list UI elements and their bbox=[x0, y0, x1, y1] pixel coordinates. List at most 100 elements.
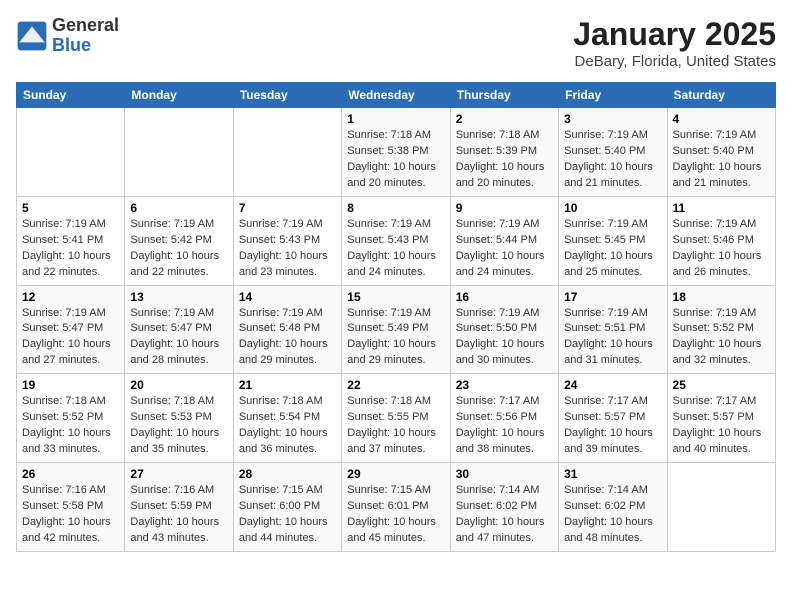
day-info: Sunrise: 7:19 AM Sunset: 5:47 PM Dayligh… bbox=[130, 306, 227, 370]
day-cell: 12 Sunrise: 7:19 AM Sunset: 5:47 PM Dayli… bbox=[17, 285, 125, 374]
day-number: 7 bbox=[239, 201, 336, 215]
logo-text: General Blue bbox=[52, 16, 119, 56]
day-number: 29 bbox=[347, 467, 444, 481]
day-cell: 31 Sunrise: 7:14 AM Sunset: 6:02 PM Dayli… bbox=[559, 463, 667, 552]
day-number: 8 bbox=[347, 201, 444, 215]
day-number: 5 bbox=[22, 201, 119, 215]
day-number: 4 bbox=[673, 112, 770, 126]
day-header-tuesday: Tuesday bbox=[233, 83, 341, 108]
day-number: 25 bbox=[673, 378, 770, 392]
day-cell: 11Sunrise: 7:19 AM Sunset: 5:46 PM Dayli… bbox=[667, 196, 775, 285]
day-number: 15 bbox=[347, 290, 444, 304]
day-cell: 19Sunrise: 7:18 AM Sunset: 5:52 PM Dayli… bbox=[17, 374, 125, 463]
day-number: 19 bbox=[22, 378, 119, 392]
day-number: 31 bbox=[564, 467, 661, 481]
day-info: Sunrise: 7:19 AM Sunset: 5:44 PM Dayligh… bbox=[456, 217, 553, 281]
day-number: 24 bbox=[564, 378, 661, 392]
day-info: Sunrise: 7:19 AM Sunset: 5:43 PM Dayligh… bbox=[239, 217, 336, 281]
day-number: 27 bbox=[130, 467, 227, 481]
day-cell: 20 Sunrise: 7:18 AM Sunset: 5:53 PM Dayli… bbox=[125, 374, 233, 463]
day-cell: 15 Sunrise: 7:19 AM Sunset: 5:49 PM Dayli… bbox=[342, 285, 450, 374]
day-number: 12 bbox=[22, 290, 119, 304]
day-info: Sunrise: 7:18 AM Sunset: 5:53 PM Dayligh… bbox=[130, 394, 227, 458]
day-number: 16 bbox=[456, 290, 553, 304]
day-info: Sunrise: 7:19 AM Sunset: 5:45 PM Dayligh… bbox=[564, 217, 661, 281]
day-info: Sunrise: 7:19 AM Sunset: 5:41 PM Dayligh… bbox=[22, 217, 119, 281]
day-info: Sunrise: 7:19 AM Sunset: 5:51 PM Dayligh… bbox=[564, 306, 661, 370]
day-info: Sunrise: 7:19 AM Sunset: 5:50 PM Dayligh… bbox=[456, 306, 553, 370]
week-row-4: 19Sunrise: 7:18 AM Sunset: 5:52 PM Dayli… bbox=[17, 374, 776, 463]
day-cell: 5 Sunrise: 7:19 AM Sunset: 5:41 PM Daylig… bbox=[17, 196, 125, 285]
day-number: 14 bbox=[239, 290, 336, 304]
day-cell: 4 Sunrise: 7:19 AM Sunset: 5:40 PM Daylig… bbox=[667, 108, 775, 197]
day-cell: 10 Sunrise: 7:19 AM Sunset: 5:45 PM Dayli… bbox=[559, 196, 667, 285]
day-number: 30 bbox=[456, 467, 553, 481]
day-number: 22 bbox=[347, 378, 444, 392]
day-info: Sunrise: 7:15 AM Sunset: 6:00 PM Dayligh… bbox=[239, 483, 336, 547]
logo-icon bbox=[16, 20, 48, 52]
day-cell: 23 Sunrise: 7:17 AM Sunset: 5:56 PM Dayli… bbox=[450, 374, 558, 463]
day-number: 17 bbox=[564, 290, 661, 304]
day-header-friday: Friday bbox=[559, 83, 667, 108]
day-number: 1 bbox=[347, 112, 444, 126]
day-number: 26 bbox=[22, 467, 119, 481]
day-number: 11 bbox=[673, 201, 770, 215]
day-cell bbox=[125, 108, 233, 197]
day-info: Sunrise: 7:19 AM Sunset: 5:40 PM Dayligh… bbox=[564, 128, 661, 192]
day-header-sunday: Sunday bbox=[17, 83, 125, 108]
week-row-1: 1 Sunrise: 7:18 AM Sunset: 5:38 PM Daylig… bbox=[17, 108, 776, 197]
day-info: Sunrise: 7:19 AM Sunset: 5:47 PM Dayligh… bbox=[22, 306, 119, 370]
day-header-monday: Monday bbox=[125, 83, 233, 108]
day-info: Sunrise: 7:18 AM Sunset: 5:55 PM Dayligh… bbox=[347, 394, 444, 458]
day-number: 9 bbox=[456, 201, 553, 215]
day-cell: 2 Sunrise: 7:18 AM Sunset: 5:39 PM Daylig… bbox=[450, 108, 558, 197]
day-info: Sunrise: 7:14 AM Sunset: 6:02 PM Dayligh… bbox=[456, 483, 553, 547]
page-header: General Blue January 2025 DeBary, Florid… bbox=[16, 16, 776, 70]
day-info: Sunrise: 7:19 AM Sunset: 5:52 PM Dayligh… bbox=[673, 306, 770, 370]
title-block: January 2025 DeBary, Florida, United Sta… bbox=[573, 16, 776, 70]
day-number: 2 bbox=[456, 112, 553, 126]
day-number: 28 bbox=[239, 467, 336, 481]
day-info: Sunrise: 7:16 AM Sunset: 5:58 PM Dayligh… bbox=[22, 483, 119, 547]
day-number: 6 bbox=[130, 201, 227, 215]
week-row-3: 12 Sunrise: 7:19 AM Sunset: 5:47 PM Dayli… bbox=[17, 285, 776, 374]
day-info: Sunrise: 7:17 AM Sunset: 5:56 PM Dayligh… bbox=[456, 394, 553, 458]
day-header-thursday: Thursday bbox=[450, 83, 558, 108]
day-cell: 22 Sunrise: 7:18 AM Sunset: 5:55 PM Dayli… bbox=[342, 374, 450, 463]
day-cell: 21 Sunrise: 7:18 AM Sunset: 5:54 PM Dayli… bbox=[233, 374, 341, 463]
day-cell: 18 Sunrise: 7:19 AM Sunset: 5:52 PM Dayli… bbox=[667, 285, 775, 374]
day-info: Sunrise: 7:19 AM Sunset: 5:48 PM Dayligh… bbox=[239, 306, 336, 370]
day-cell: 30 Sunrise: 7:14 AM Sunset: 6:02 PM Dayli… bbox=[450, 463, 558, 552]
day-cell: 14 Sunrise: 7:19 AM Sunset: 5:48 PM Dayli… bbox=[233, 285, 341, 374]
day-cell bbox=[17, 108, 125, 197]
location: DeBary, Florida, United States bbox=[573, 53, 776, 70]
day-info: Sunrise: 7:14 AM Sunset: 6:02 PM Dayligh… bbox=[564, 483, 661, 547]
day-info: Sunrise: 7:19 AM Sunset: 5:49 PM Dayligh… bbox=[347, 306, 444, 370]
day-info: Sunrise: 7:19 AM Sunset: 5:43 PM Dayligh… bbox=[347, 217, 444, 281]
day-cell: 1 Sunrise: 7:18 AM Sunset: 5:38 PM Daylig… bbox=[342, 108, 450, 197]
day-cell: 3Sunrise: 7:19 AM Sunset: 5:40 PM Daylig… bbox=[559, 108, 667, 197]
day-info: Sunrise: 7:19 AM Sunset: 5:40 PM Dayligh… bbox=[673, 128, 770, 192]
day-cell: 24 Sunrise: 7:17 AM Sunset: 5:57 PM Dayli… bbox=[559, 374, 667, 463]
day-info: Sunrise: 7:18 AM Sunset: 5:38 PM Dayligh… bbox=[347, 128, 444, 192]
day-info: Sunrise: 7:16 AM Sunset: 5:59 PM Dayligh… bbox=[130, 483, 227, 547]
day-info: Sunrise: 7:17 AM Sunset: 5:57 PM Dayligh… bbox=[564, 394, 661, 458]
day-cell: 28 Sunrise: 7:15 AM Sunset: 6:00 PM Dayli… bbox=[233, 463, 341, 552]
day-info: Sunrise: 7:18 AM Sunset: 5:54 PM Dayligh… bbox=[239, 394, 336, 458]
day-cell bbox=[667, 463, 775, 552]
day-info: Sunrise: 7:19 AM Sunset: 5:42 PM Dayligh… bbox=[130, 217, 227, 281]
day-number: 20 bbox=[130, 378, 227, 392]
day-cell: 13Sunrise: 7:19 AM Sunset: 5:47 PM Dayli… bbox=[125, 285, 233, 374]
day-info: Sunrise: 7:18 AM Sunset: 5:39 PM Dayligh… bbox=[456, 128, 553, 192]
month-title: January 2025 bbox=[573, 16, 776, 53]
calendar-table: SundayMondayTuesdayWednesdayThursdayFrid… bbox=[16, 82, 776, 552]
day-number: 10 bbox=[564, 201, 661, 215]
day-number: 18 bbox=[673, 290, 770, 304]
day-cell: 17 Sunrise: 7:19 AM Sunset: 5:51 PM Dayli… bbox=[559, 285, 667, 374]
day-info: Sunrise: 7:15 AM Sunset: 6:01 PM Dayligh… bbox=[347, 483, 444, 547]
day-number: 23 bbox=[456, 378, 553, 392]
day-cell: 27 Sunrise: 7:16 AM Sunset: 5:59 PM Dayli… bbox=[125, 463, 233, 552]
day-number: 21 bbox=[239, 378, 336, 392]
day-cell: 8 Sunrise: 7:19 AM Sunset: 5:43 PM Daylig… bbox=[342, 196, 450, 285]
header-row: SundayMondayTuesdayWednesdayThursdayFrid… bbox=[17, 83, 776, 108]
